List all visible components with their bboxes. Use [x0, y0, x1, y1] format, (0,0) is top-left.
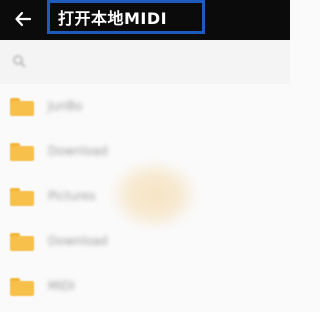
folder-icon [10, 98, 34, 116]
arrow-left-icon [15, 11, 32, 27]
folder-name: Download [48, 144, 108, 158]
folder-name: MIDI [48, 279, 75, 293]
back-button[interactable] [12, 8, 34, 30]
title-highlight-box: 打开本地MIDI [47, 0, 205, 34]
page-title: 打开本地MIDI [58, 9, 168, 28]
folder-name: Pictures [48, 189, 96, 203]
folder-name: JunBo [48, 99, 83, 113]
folder-up-icon[interactable] [12, 54, 26, 68]
folder-icon [10, 278, 34, 296]
list-item[interactable]: MIDI [0, 264, 290, 309]
folder-icon [10, 143, 34, 161]
app-bar: 打开本地MIDI [0, 0, 290, 40]
path-bar[interactable] [0, 40, 290, 84]
folder-name: Download [48, 234, 108, 248]
folder-icon [10, 188, 34, 206]
watermark-blur [112, 162, 196, 228]
folder-icon [10, 233, 34, 251]
list-item[interactable]: JunBo [0, 84, 290, 129]
